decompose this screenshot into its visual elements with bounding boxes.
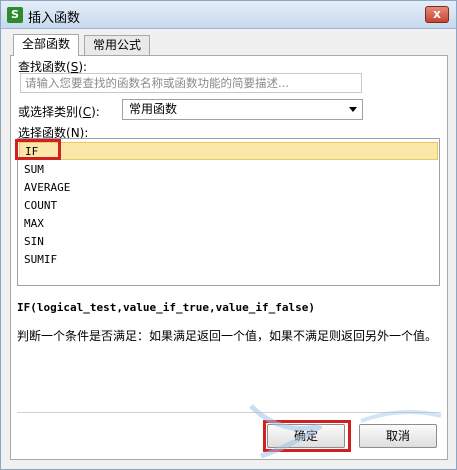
insert-function-dialog: S 插入函数 x 全部函数 常用公式 查找函数(S): 请输入您要查找的函数名称… [0, 0, 457, 470]
cancel-button[interactable]: 取消 [359, 424, 437, 448]
title-bar: S 插入函数 x [1, 1, 456, 29]
list-item[interactable]: SUM [19, 161, 438, 179]
tab-common-formulas[interactable]: 常用公式 [84, 35, 151, 55]
divider [17, 412, 441, 413]
function-list[interactable]: IF SUM AVERAGE COUNT MAX SIN SUMIF [17, 138, 440, 286]
function-description: 判断一个条件是否满足：如果满足返回一个值，如果不满足则返回另外一个值。 [17, 329, 438, 343]
ok-highlight-box [263, 420, 351, 452]
close-button[interactable]: x [425, 6, 449, 23]
list-item[interactable]: AVERAGE [19, 179, 438, 197]
list-item[interactable]: COUNT [19, 197, 438, 215]
chevron-down-icon [349, 107, 357, 112]
tab-all-functions[interactable]: 全部函数 [13, 34, 80, 56]
list-item[interactable]: MAX [19, 215, 438, 233]
list-item[interactable]: IF [19, 142, 438, 160]
list-item[interactable]: SIN [19, 233, 438, 251]
category-label: 或选择类别(C): [18, 105, 100, 119]
function-search-input[interactable]: 请输入您要查找的函数名称或函数功能的简要描述... [20, 73, 362, 93]
function-syntax: IF(logical_test,value_if_true,value_if_f… [17, 301, 316, 314]
app-logo-icon: S [7, 7, 23, 23]
dialog-title: 插入函数 [28, 11, 81, 26]
category-value: 常用函数 [129, 102, 178, 116]
category-select[interactable]: 常用函数 [122, 99, 363, 120]
selection-highlight-box [15, 139, 61, 160]
list-item[interactable]: SUMIF [19, 251, 438, 269]
